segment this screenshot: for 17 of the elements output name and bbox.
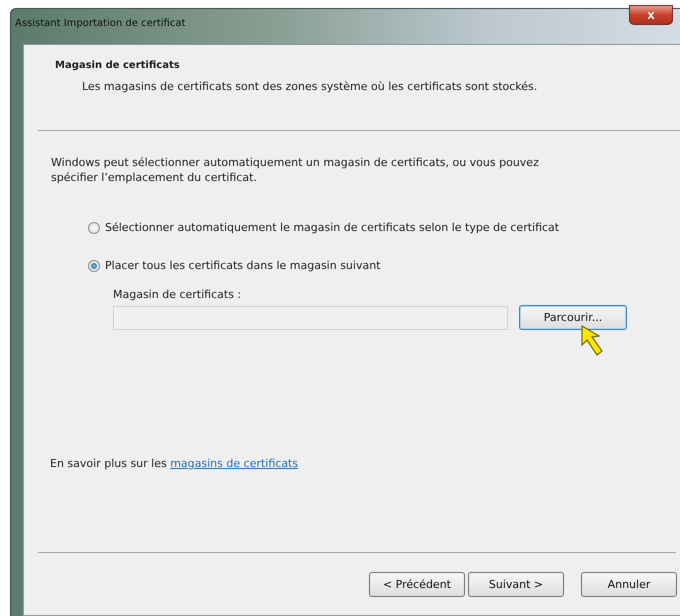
close-button[interactable]: x [629, 5, 673, 25]
learn-more-link[interactable]: magasins de certificats [170, 457, 298, 470]
intro-text: Windows peut sélectionner automatiquement un magasin de certificats, ou vous pouvez spécifier l’emplacement du certificat. [51, 155, 540, 185]
window-title: Assistant Importation de certificat [15, 18, 186, 29]
wizard-button[interactable]: < Précédent [368, 572, 465, 596]
cursor-icon [581, 325, 605, 357]
learn-more-text: En savoir plus sur les magasins de certificats [50, 457, 300, 470]
radio-button[interactable] [88, 260, 100, 272]
radio-option[interactable]: Placer tous les certificats dans le magasin suivant [88, 259, 680, 272]
radio-option[interactable]: Sélectionner automatiquement le magasin de certificats selon le type de certificat [88, 221, 680, 234]
radio-button[interactable] [88, 222, 100, 234]
wizard-button[interactable]: Annuler [581, 572, 677, 596]
field-label: Magasin de certificats : [113, 288, 242, 301]
page-title: Magasin de certificats [55, 60, 181, 71]
wizard-button[interactable]: Suivant > [468, 572, 564, 596]
page-subtitle: Les magasins de certificats sont des zones système où les certificats sont stockés. [81, 80, 538, 93]
browse-button[interactable]: Parcourir... [519, 305, 627, 330]
